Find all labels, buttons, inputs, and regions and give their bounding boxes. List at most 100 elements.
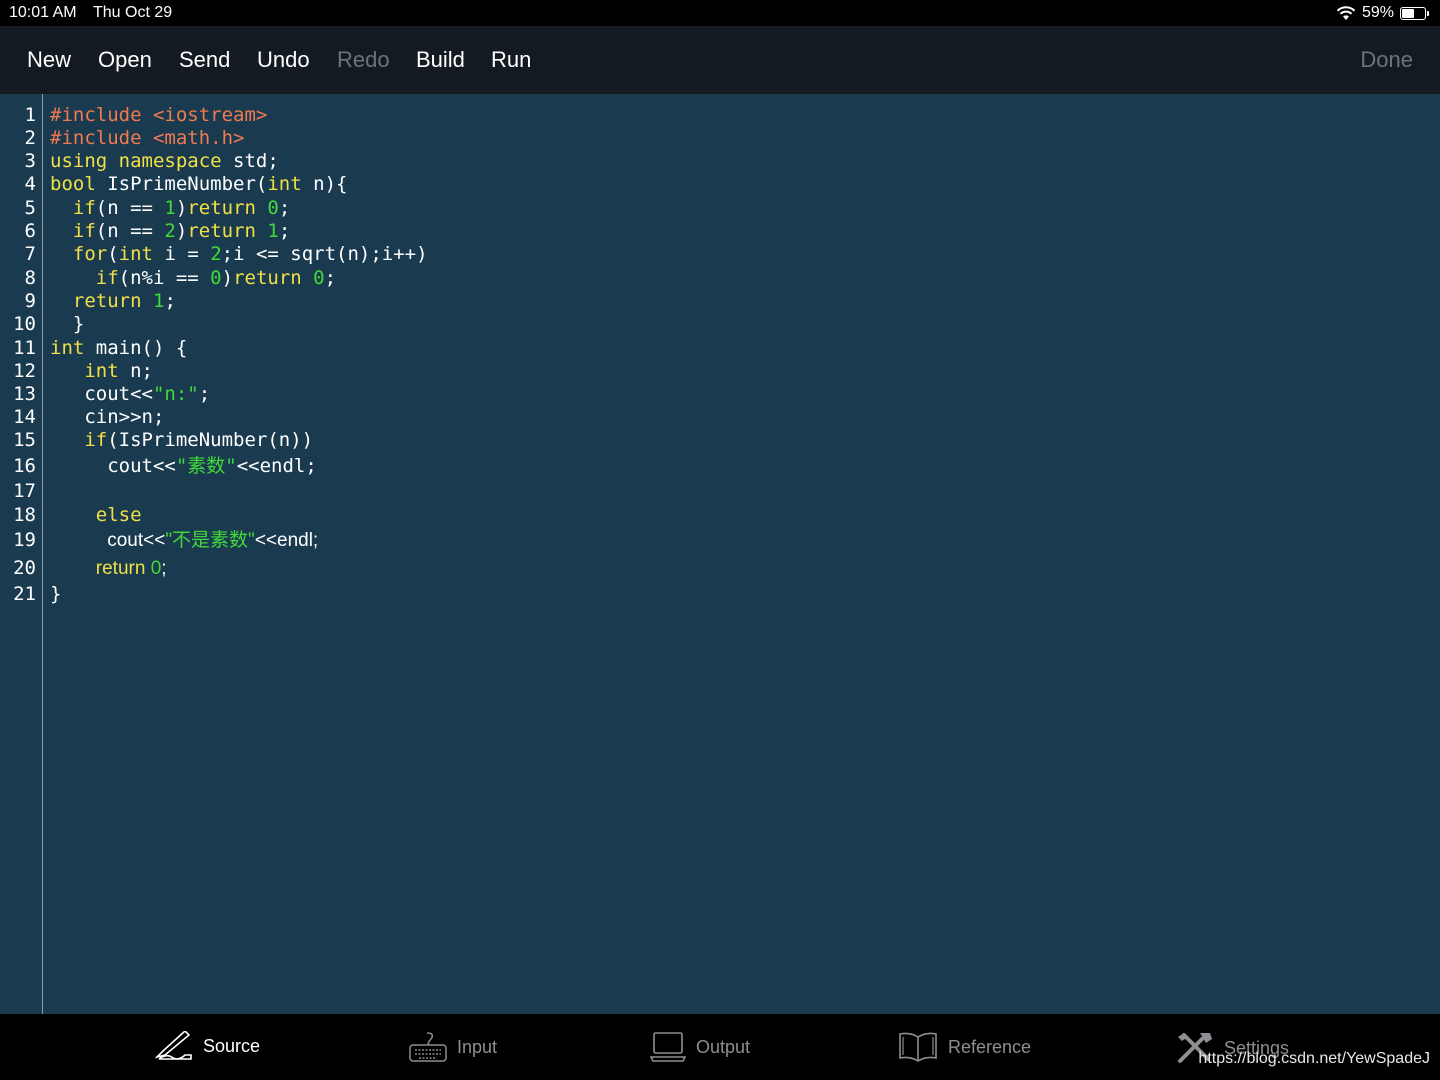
line-number: 15 [13, 429, 36, 451]
code-line[interactable]: using namespace std; [50, 150, 279, 173]
code-line[interactable]: if(n%i == 0)return 0; [50, 267, 336, 290]
tab-output[interactable]: Output [650, 1031, 750, 1063]
line-number: 12 [13, 360, 36, 382]
code-editor[interactable]: 1 2 3 4 5 6 7 8 9 10 11 12 13 14 15 16 17 18 19 20 21 #inclu… [0, 94, 1440, 1014]
code-line[interactable]: int n; [50, 360, 153, 383]
code-token: <<endl; [236, 455, 317, 477]
code-line[interactable]: cout<<"n:"; [50, 383, 210, 406]
code-token: #include <math.h> [50, 127, 245, 149]
code-token: int [267, 173, 302, 195]
code-token: return [187, 220, 256, 242]
code-line[interactable]: #include <iostream> [50, 104, 267, 127]
send-button[interactable]: Send [179, 47, 230, 73]
status-bar: 10:01 AM Thu Oct 29 59% [0, 0, 1440, 26]
line-number: 9 [24, 290, 36, 312]
code-token: i = [153, 243, 211, 265]
code-token: ; [161, 558, 167, 579]
code-line[interactable]: } [50, 313, 84, 336]
code-line[interactable]: cout<<"素数"<<endl; [50, 455, 317, 478]
code-token: ) [221, 267, 234, 289]
code-token: 0 [150, 558, 162, 579]
code-line[interactable]: bool IsPrimeNumber(int n){ [50, 173, 347, 196]
tab-input[interactable]: Input [409, 1031, 497, 1063]
open-book-icon [899, 1032, 937, 1062]
tab-source[interactable]: Source [155, 1031, 260, 1061]
code-line[interactable]: cout<<"不是素数"<<endl; [50, 529, 318, 552]
laptop-icon [650, 1032, 686, 1062]
code-line[interactable]: if(IsPrimeNumber(n)) [50, 429, 313, 452]
code-token: 1 [164, 197, 176, 219]
code-token: 1 [267, 220, 279, 242]
code-token: if [84, 429, 108, 451]
code-token: main() { [84, 337, 188, 359]
code-token: ) [175, 220, 188, 242]
new-button[interactable]: New [27, 47, 71, 73]
code-token: int [84, 360, 119, 382]
code-line[interactable]: } [50, 583, 61, 606]
line-number: 10 [13, 313, 36, 335]
code-line[interactable]: if(n == 1)return 0; [50, 197, 290, 220]
done-button[interactable]: Done [1360, 47, 1413, 73]
line-number: 13 [13, 383, 36, 405]
code-token: cin>>n; [50, 406, 165, 428]
keyboard-icon [409, 1032, 447, 1062]
battery-icon [1400, 6, 1429, 20]
code-token: ( [107, 243, 119, 265]
code-token: } [50, 313, 85, 335]
tab-reference[interactable]: Reference [898, 1031, 1031, 1063]
tab-input-label: Input [457, 1036, 498, 1057]
build-button[interactable]: Build [416, 47, 465, 73]
code-token: return [72, 290, 142, 312]
line-number: 3 [24, 150, 36, 172]
code-token: 0 [267, 197, 279, 219]
code-token: (IsPrimeNumber(n)) [107, 429, 314, 451]
code-token: bool [50, 173, 96, 195]
line-number: 7 [24, 243, 36, 265]
tab-source-label: Source [203, 1035, 261, 1056]
code-line[interactable]: return 0; [50, 557, 167, 580]
code-token: 2 [210, 243, 222, 265]
code-token: (n == [95, 220, 165, 242]
code-token: ; [198, 383, 211, 405]
line-number: 21 [13, 583, 36, 605]
code-token: "n:" [152, 383, 199, 405]
code-token: 1 [152, 290, 165, 312]
code-token: if [72, 197, 96, 219]
code-line[interactable]: cin>>n; [50, 406, 164, 429]
redo-button[interactable]: Redo [337, 47, 390, 73]
code-token: return [187, 197, 256, 219]
code-token: <<endl; [254, 530, 319, 551]
code-line[interactable]: for(int i = 2;i <= sqrt(n);i++) [50, 243, 428, 266]
line-number: 8 [24, 267, 36, 289]
code-token: ; [278, 220, 291, 242]
code-line[interactable]: #include <math.h> [50, 127, 244, 150]
code-token: ) [175, 197, 188, 219]
watermark-url: https://blog.csdn.net/YewSpadeJ [1198, 1050, 1430, 1067]
code-line[interactable]: int main() { [50, 337, 187, 360]
code-token: if [95, 267, 119, 289]
undo-button[interactable]: Undo [257, 47, 310, 73]
code-token: ; [324, 267, 337, 289]
code-token: cout<< [50, 455, 176, 477]
code-line[interactable]: if(n == 2)return 1; [50, 220, 290, 243]
run-button[interactable]: Run [491, 47, 531, 73]
status-date: Thu Oct 29 [93, 4, 173, 21]
line-number: 1 [24, 104, 36, 126]
code-token: return [233, 267, 302, 289]
code-token: if [72, 220, 96, 242]
line-number: 17 [13, 480, 36, 502]
code-line[interactable]: return 1; [50, 290, 176, 313]
code-token: "不是素数" [165, 530, 255, 551]
open-button[interactable]: Open [98, 47, 152, 73]
code-token: int [118, 243, 153, 265]
code-line[interactable]: else [50, 504, 142, 527]
